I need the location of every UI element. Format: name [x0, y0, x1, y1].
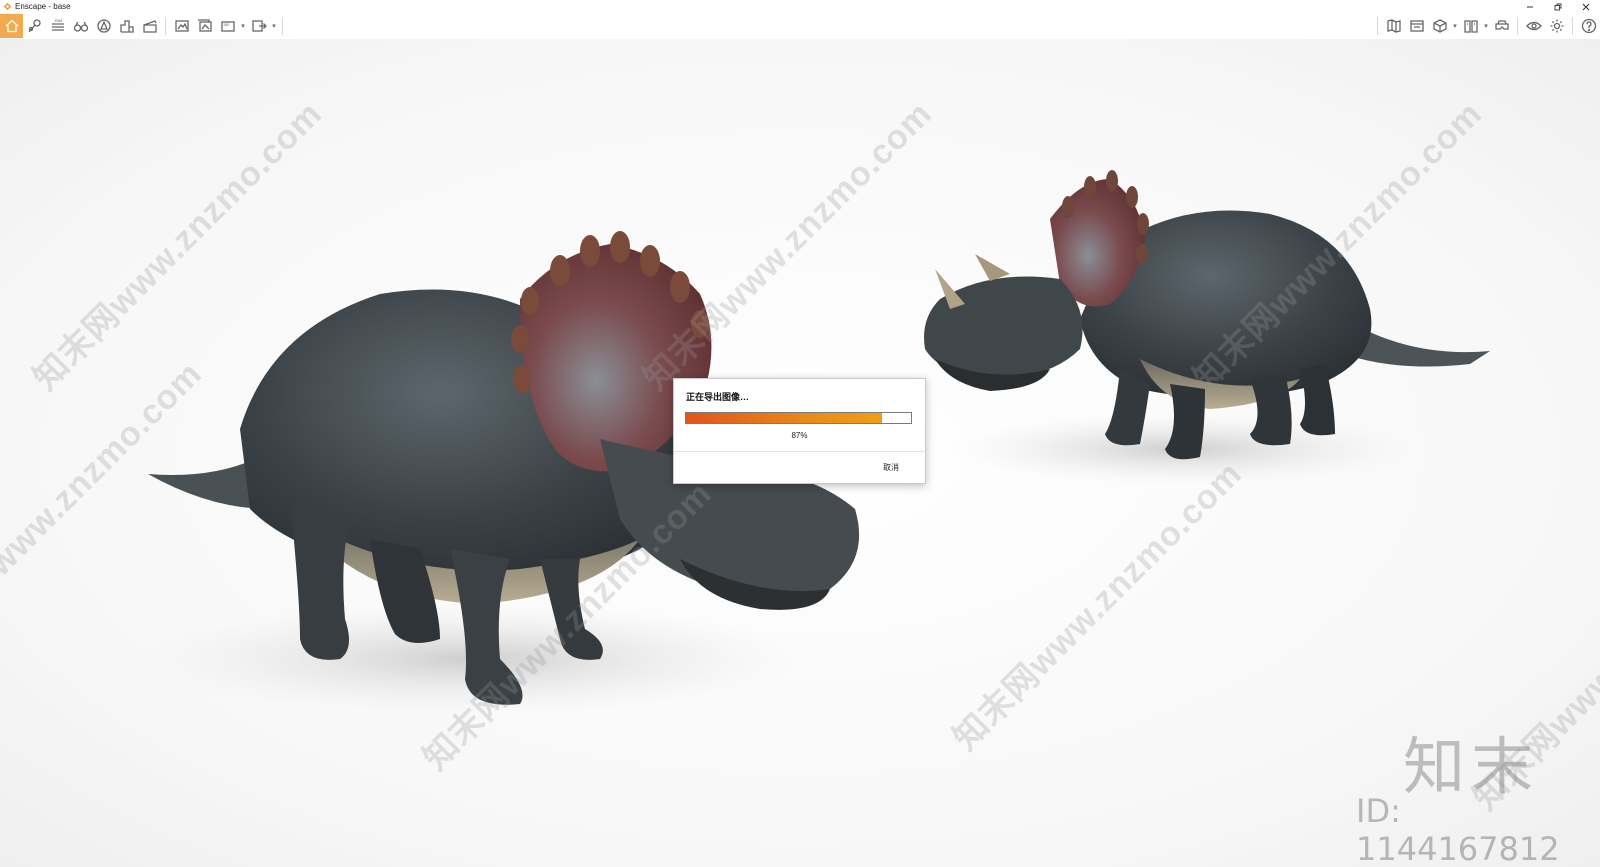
- asset-library-button[interactable]: [92, 14, 115, 38]
- restore-button[interactable]: [1544, 0, 1572, 13]
- export-dropdown[interactable]: ▾: [270, 14, 278, 38]
- enscape-logo-icon: [3, 2, 12, 11]
- export-button[interactable]: [247, 14, 270, 38]
- map-icon: [1386, 19, 1401, 33]
- close-icon: [1582, 3, 1590, 10]
- toolbar: BIM 360 ▾ ▾ ▾ ▾: [0, 13, 1600, 47]
- panorama-button[interactable]: 360: [216, 14, 239, 38]
- book-icon: [1463, 20, 1478, 33]
- svg-text:360: 360: [223, 23, 229, 27]
- gear-icon: [1550, 19, 1563, 33]
- toolbar-right-group: ▾ ▾: [1373, 13, 1600, 39]
- toolbar-separator: [1572, 17, 1573, 35]
- vr-headset-icon: [1494, 20, 1509, 30]
- minimize-button[interactable]: [1516, 0, 1544, 13]
- progress-percent-text: 87%: [791, 431, 808, 440]
- eye-icon: [1525, 21, 1542, 31]
- home-button[interactable]: [0, 14, 23, 38]
- export-icon: [251, 20, 267, 32]
- help-icon: [1581, 18, 1596, 34]
- book-button[interactable]: [1459, 14, 1482, 38]
- bim-icon: BIM: [51, 18, 64, 31]
- help-button[interactable]: [1577, 14, 1600, 38]
- building-button[interactable]: [115, 14, 138, 38]
- minimize-icon: [1527, 6, 1533, 7]
- restore-icon: [1554, 3, 1562, 10]
- window-controls: [1516, 0, 1600, 13]
- window-title: Enscape - base: [15, 2, 71, 11]
- eye-button[interactable]: [1522, 14, 1545, 38]
- batch-render-icon: [197, 19, 212, 32]
- dialog-divider: [674, 451, 925, 452]
- export-progress-bar: [685, 412, 912, 424]
- window-button[interactable]: [1405, 14, 1428, 38]
- export-progress-dialog: 正在导出图像… 87% 取消: [673, 378, 926, 484]
- home-icon: [5, 19, 18, 33]
- brand-id-text: ID: 1144167812: [1356, 792, 1560, 867]
- video-editor-button[interactable]: [138, 14, 161, 38]
- window-icon: [1409, 20, 1424, 32]
- batch-render-button[interactable]: [193, 14, 216, 38]
- visual-settings-button[interactable]: [23, 14, 46, 38]
- dialog-title: 正在导出图像…: [686, 392, 750, 402]
- building-icon: [119, 20, 134, 33]
- bim-button[interactable]: BIM: [46, 14, 69, 38]
- cancel-button[interactable]: 取消: [874, 460, 908, 476]
- cube-icon: [1432, 19, 1447, 33]
- clapboard-icon: [142, 20, 157, 33]
- map-button[interactable]: [1382, 14, 1405, 38]
- svg-text:BIM: BIM: [55, 18, 62, 23]
- panorama-360-icon: 360: [220, 21, 235, 32]
- toolbar-left-group: BIM 360 ▾ ▾: [0, 13, 287, 39]
- toolbar-separator: [282, 17, 283, 35]
- vr-headset-button[interactable]: [1490, 14, 1513, 38]
- cube-dropdown[interactable]: ▾: [1451, 14, 1459, 38]
- toolbar-separator: [1517, 17, 1518, 35]
- screenshot-button[interactable]: [170, 14, 193, 38]
- binoculars-button[interactable]: [69, 14, 92, 38]
- visual-settings-icon: [28, 19, 41, 33]
- binoculars-icon: [73, 21, 88, 32]
- panorama-dropdown[interactable]: ▾: [239, 14, 247, 38]
- book-dropdown[interactable]: ▾: [1482, 14, 1490, 38]
- cube-button[interactable]: [1428, 14, 1451, 38]
- close-button[interactable]: [1572, 0, 1600, 13]
- settings-button[interactable]: [1545, 14, 1568, 38]
- toolbar-separator: [165, 17, 166, 35]
- toolbar-separator: [1377, 17, 1378, 35]
- title-bar: Enscape - base: [0, 0, 1600, 13]
- progress-fill: [686, 413, 882, 423]
- asset-library-icon: [96, 19, 111, 33]
- screenshot-icon: [174, 20, 189, 32]
